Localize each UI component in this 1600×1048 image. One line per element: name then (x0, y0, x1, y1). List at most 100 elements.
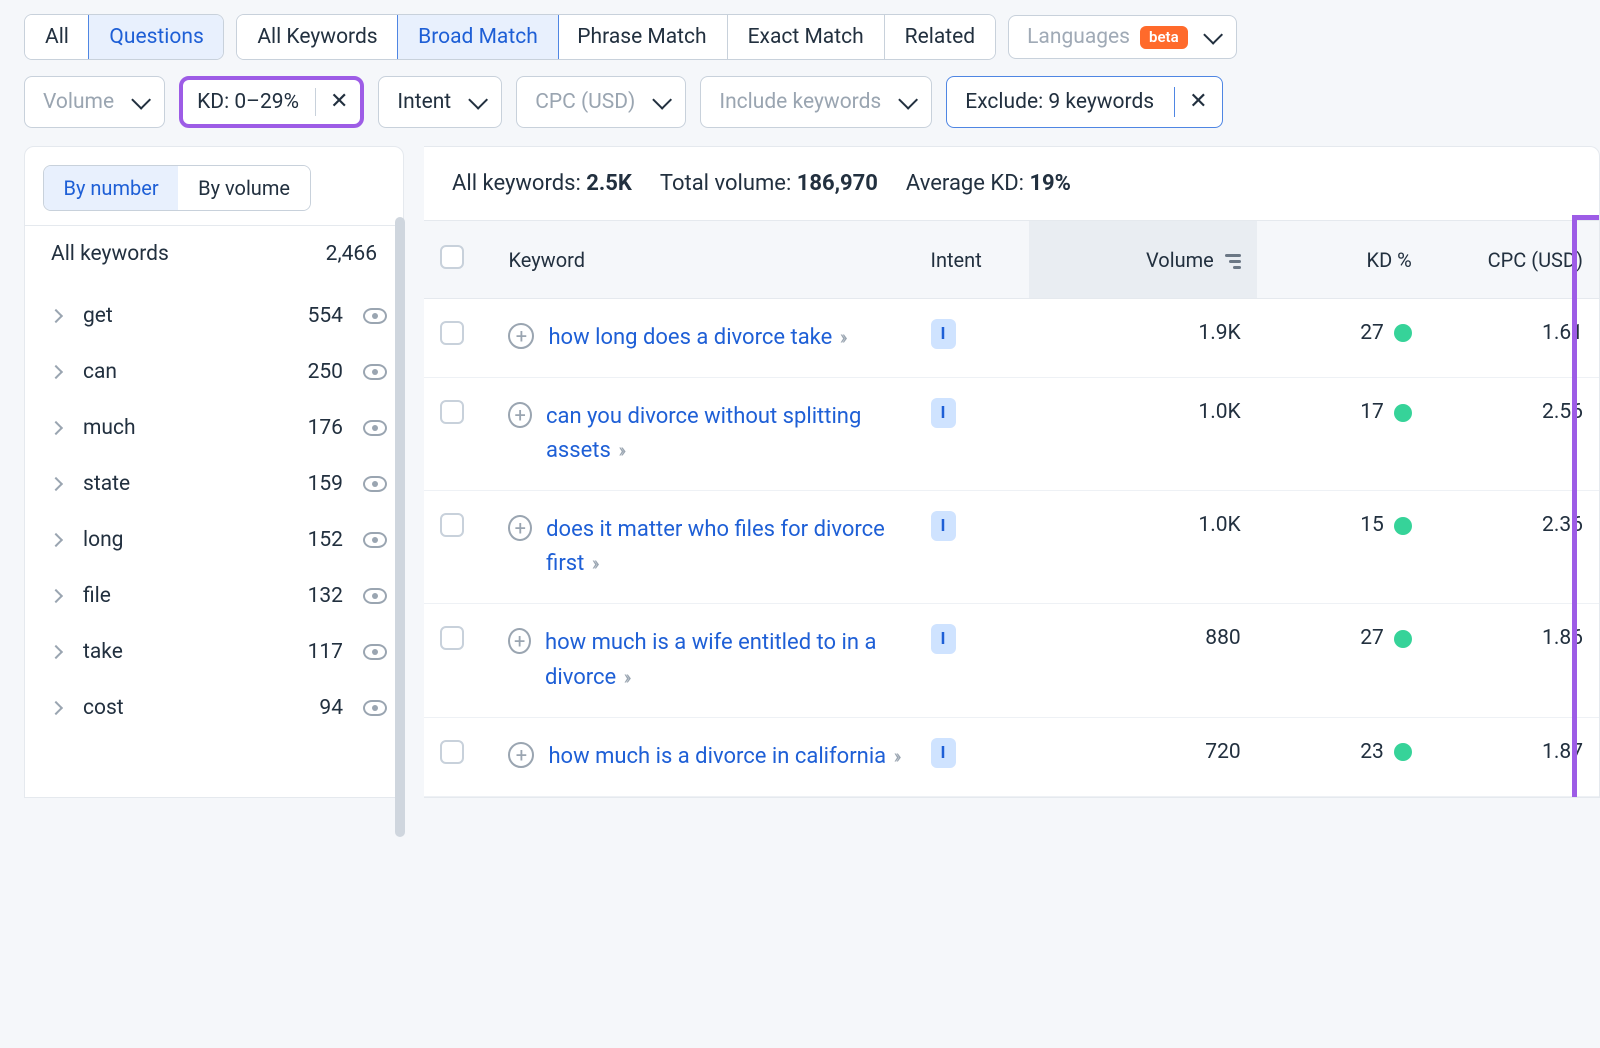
tab-phrase-match[interactable]: Phrase Match (557, 15, 727, 59)
filter-volume[interactable]: Volume (24, 76, 165, 128)
summary-average-kd: Average KD: 19% (906, 171, 1071, 196)
row-checkbox[interactable] (440, 626, 464, 650)
filter-intent-label: Intent (397, 90, 451, 114)
scrollbar[interactable] (395, 217, 405, 837)
cell-volume: 720 (1029, 717, 1257, 796)
eye-icon[interactable] (363, 644, 387, 660)
sidebar-item-count: 132 (308, 584, 343, 608)
sidebar-item-get[interactable]: get554 (45, 288, 393, 344)
filter-exclude-active[interactable]: Exclude: 9 keywords ✕ (946, 76, 1222, 128)
beta-badge: beta (1140, 26, 1188, 49)
cell-cpc: 1.86 (1428, 604, 1599, 717)
tab-all[interactable]: All (25, 15, 90, 59)
keyword-link[interactable]: can you divorce without splitting assets… (546, 400, 899, 468)
sidebar-item-count: 176 (308, 416, 343, 440)
tab-all-keywords[interactable]: All Keywords (237, 15, 398, 59)
close-icon[interactable]: ✕ (330, 91, 348, 113)
sidebar-item-long[interactable]: long152 (45, 512, 393, 568)
sidebar-item-term: state (83, 472, 296, 496)
tab-questions[interactable]: Questions (88, 14, 224, 60)
eye-icon[interactable] (363, 308, 387, 324)
filter-kd-active[interactable]: KD: 0–29% ✕ (179, 76, 364, 128)
difficulty-dot-icon (1394, 404, 1412, 422)
chevron-down-icon (1203, 25, 1223, 45)
sidebar-item-term: can (83, 360, 296, 384)
keyword-link[interactable]: how long does a divorce take ›› (548, 321, 843, 355)
row-checkbox[interactable] (440, 513, 464, 537)
col-keyword[interactable]: Keyword (492, 221, 914, 299)
match-tabs: All Keywords Broad Match Phrase Match Ex… (236, 14, 996, 60)
cell-kd: 23 (1257, 717, 1428, 796)
filter-include[interactable]: Include keywords (700, 76, 932, 128)
toggle-by-volume[interactable]: By volume (178, 166, 310, 210)
sidebar-toggle: By number By volume (43, 165, 311, 211)
keyword-link[interactable]: how much is a divorce in california ›› (548, 740, 897, 774)
scope-tabs: All Questions (24, 14, 224, 60)
filter-include-label: Include keywords (719, 90, 881, 114)
filter-row: Volume KD: 0–29% ✕ Intent CPC (USD) Incl… (0, 70, 1600, 146)
eye-icon[interactable] (363, 476, 387, 492)
eye-icon[interactable] (363, 364, 387, 380)
chevron-right-icon (49, 533, 63, 547)
tab-broad-match[interactable]: Broad Match (397, 14, 559, 60)
sidebar-item-term: file (83, 584, 296, 608)
row-checkbox[interactable] (440, 321, 464, 345)
row-checkbox[interactable] (440, 400, 464, 424)
cell-kd: 15 (1257, 491, 1428, 604)
sidebar-item-much[interactable]: much176 (45, 400, 393, 456)
difficulty-dot-icon (1394, 517, 1412, 535)
sidebar-item-take[interactable]: take117 (45, 624, 393, 680)
close-icon[interactable]: ✕ (1189, 91, 1207, 113)
sidebar-all-keywords[interactable]: All keywords 2,466 (25, 225, 403, 282)
summary-total-volume: Total volume: 186,970 (660, 171, 878, 196)
chevron-double-right-icon: ›› (618, 438, 622, 462)
row-checkbox[interactable] (440, 740, 464, 764)
sidebar-item-term: long (83, 528, 296, 552)
languages-dropdown[interactable]: Languages beta (1008, 15, 1237, 59)
summary-all-keywords: All keywords: 2.5K (452, 171, 632, 196)
expand-icon[interactable]: + (508, 628, 531, 654)
keyword-link[interactable]: does it matter who files for divorce fir… (546, 513, 898, 581)
col-intent[interactable]: Intent (915, 221, 1029, 299)
filter-kd-label: KD: 0–29% (197, 90, 299, 114)
eye-icon[interactable] (363, 700, 387, 716)
tab-related[interactable]: Related (885, 15, 995, 59)
chevron-right-icon (49, 309, 63, 323)
eye-icon[interactable] (363, 420, 387, 436)
chevron-down-icon (131, 90, 151, 110)
col-kd[interactable]: KD % (1257, 221, 1428, 299)
table-row: + does it matter who files for divorce fi… (424, 491, 1599, 604)
expand-icon[interactable]: + (508, 323, 534, 349)
chevron-right-icon (49, 365, 63, 379)
col-volume[interactable]: Volume (1029, 221, 1257, 299)
col-cpc[interactable]: CPC (USD) (1428, 221, 1599, 299)
chevron-down-icon (468, 90, 488, 110)
filter-cpc[interactable]: CPC (USD) (516, 76, 686, 128)
sidebar-item-can[interactable]: can250 (45, 344, 393, 400)
sidebar-item-term: take (83, 640, 296, 664)
sidebar-item-state[interactable]: state159 (45, 456, 393, 512)
sidebar-item-term: get (83, 304, 296, 328)
eye-icon[interactable] (363, 588, 387, 604)
chevron-right-icon (49, 701, 63, 715)
filter-intent[interactable]: Intent (378, 76, 502, 128)
expand-icon[interactable]: + (508, 515, 532, 541)
main-panel: All keywords: 2.5K Total volume: 186,970… (424, 146, 1600, 798)
cell-volume: 1.0K (1029, 491, 1257, 604)
chevron-double-right-icon: ›› (624, 665, 628, 689)
table-row: + can you divorce without splitting asset… (424, 378, 1599, 491)
toggle-by-number[interactable]: By number (43, 165, 180, 211)
sidebar-item-cost[interactable]: cost94 (45, 680, 393, 736)
sidebar-all-count: 2,466 (326, 242, 377, 266)
difficulty-dot-icon (1394, 743, 1412, 761)
sidebar-item-file[interactable]: file 132 (45, 568, 393, 624)
cell-kd: 27 (1257, 299, 1428, 378)
expand-icon[interactable]: + (508, 402, 532, 428)
eye-icon[interactable] (363, 532, 387, 548)
top-tabs: All Questions All Keywords Broad Match P… (0, 0, 1600, 70)
tab-exact-match[interactable]: Exact Match (728, 15, 885, 59)
cell-cpc: 1.61 (1428, 299, 1599, 378)
expand-icon[interactable]: + (508, 742, 534, 768)
keyword-link[interactable]: how much is a wife entitled to in a divo… (545, 626, 899, 694)
select-all-checkbox[interactable] (440, 245, 464, 269)
